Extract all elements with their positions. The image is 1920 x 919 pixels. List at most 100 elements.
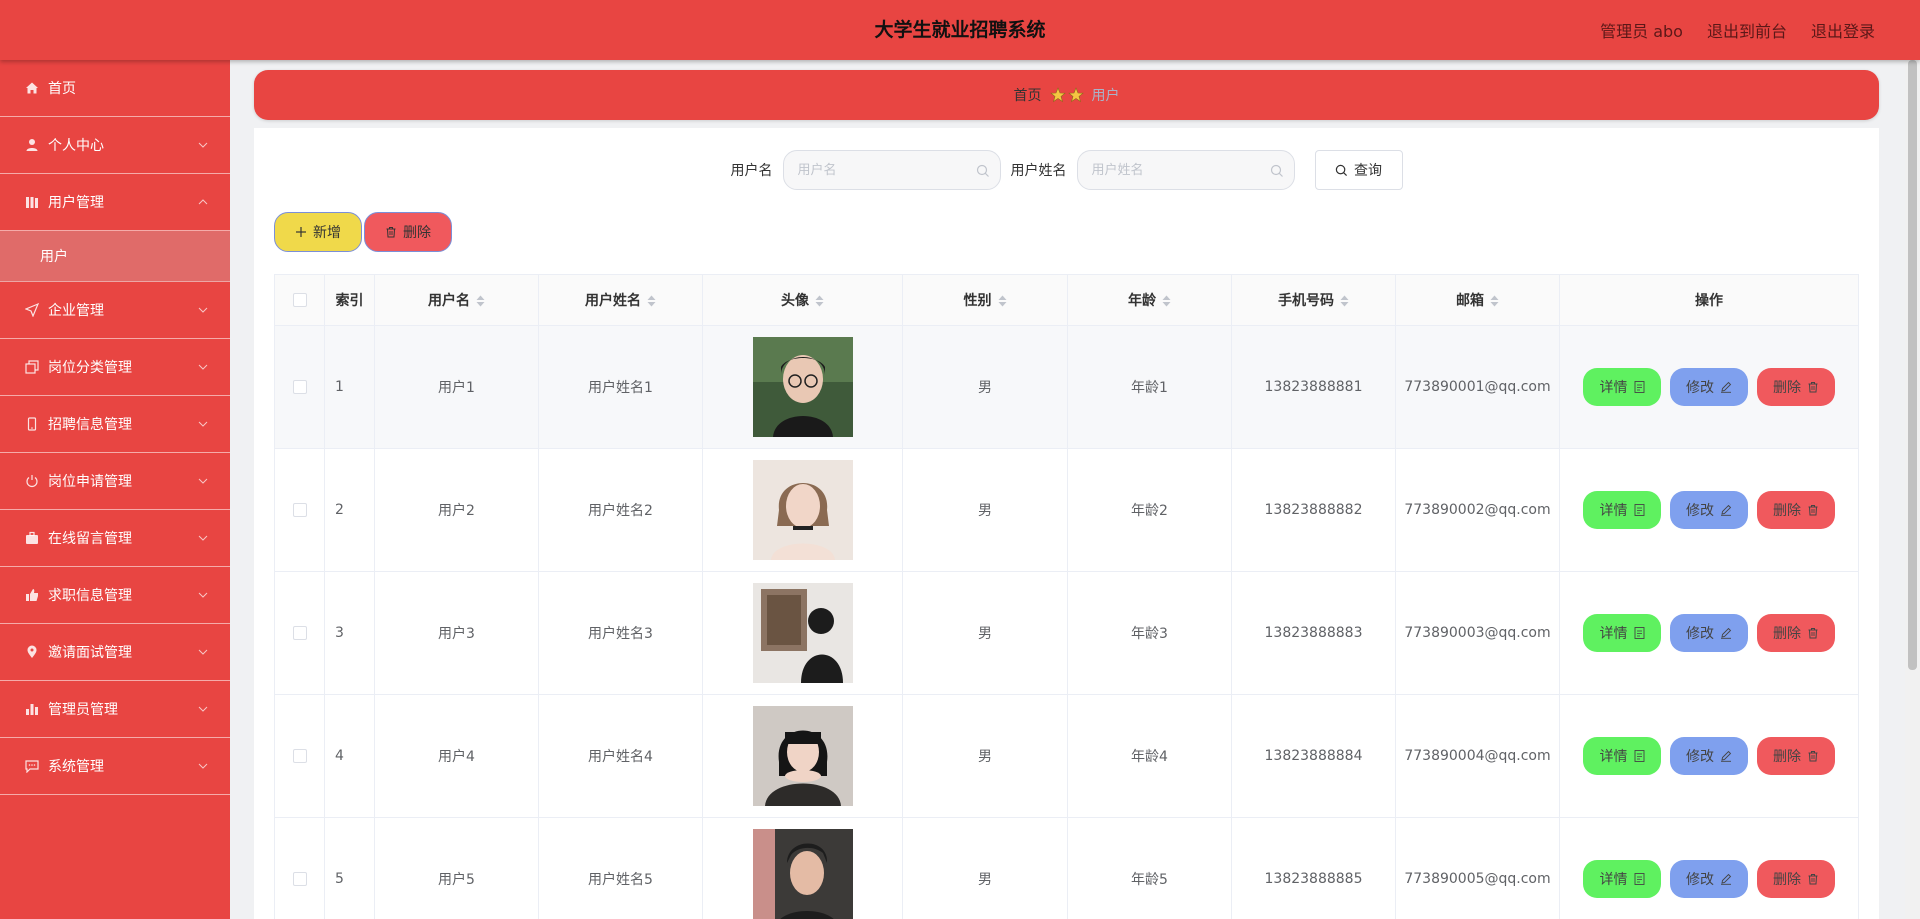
chevron-down-icon: [198, 142, 208, 148]
email-cell: 773890003@qq.com: [1395, 571, 1560, 695]
document-icon: [1634, 873, 1644, 885]
username-cell: 用户2: [374, 448, 539, 572]
row-checkbox[interactable]: [292, 626, 307, 640]
edit-button[interactable]: 修改: [1670, 614, 1748, 652]
detail-button[interactable]: 详情: [1583, 614, 1661, 652]
query-button[interactable]: 查询: [1314, 150, 1403, 190]
detail-button[interactable]: 详情: [1583, 368, 1661, 406]
edit-button[interactable]: 修改: [1670, 368, 1748, 406]
sidebar-item-system[interactable]: 系统管理: [0, 738, 230, 795]
sidebar-item-label: 系统管理: [48, 759, 104, 775]
username-label: 用户名: [730, 163, 773, 179]
sidebar-item-job-category[interactable]: 岗位分类管理: [0, 339, 230, 396]
page-scrollbar[interactable]: [1905, 60, 1920, 919]
age-cell: 年龄3: [1067, 571, 1232, 695]
edit-button[interactable]: 修改: [1670, 737, 1748, 775]
row-checkbox[interactable]: [292, 503, 307, 517]
trash-icon: [1808, 382, 1818, 393]
sidebar-item-home[interactable]: 首页: [0, 60, 230, 117]
sidebar-item-recruit-info[interactable]: 招聘信息管理: [0, 396, 230, 453]
to-front-link[interactable]: 退出到前台: [1707, 18, 1787, 42]
phone-icon: [24, 416, 40, 432]
chevron-down-icon: [198, 592, 208, 598]
index-cell: 5: [324, 817, 375, 919]
scrollbar-thumb[interactable]: [1908, 60, 1917, 670]
sidebar-item-admins[interactable]: 管理员管理: [0, 681, 230, 738]
sidebar-item-interview[interactable]: 邀请面试管理: [0, 624, 230, 681]
main-content: 首页 用户 用户名 用户姓名 查询: [230, 60, 1905, 919]
detail-button[interactable]: 详情: [1583, 491, 1661, 529]
row-delete-button-label: 删除: [1773, 503, 1801, 519]
username-input[interactable]: [783, 151, 1000, 189]
row-checkbox[interactable]: [292, 749, 307, 763]
header-actions: 管理员 abo 退出到前台 退出登录: [1600, 0, 1875, 60]
avatar-image[interactable]: [752, 829, 853, 919]
sidebar-item-users[interactable]: 用户管理: [0, 174, 230, 231]
sidebar-subitem-user[interactable]: 用户: [0, 231, 230, 282]
row-checkbox[interactable]: [292, 380, 307, 394]
row-checkbox[interactable]: [292, 872, 307, 886]
query-button-label: 查询: [1354, 163, 1382, 179]
realname-cell: 用户姓名4: [538, 694, 703, 818]
col-username[interactable]: 用户名: [374, 274, 539, 326]
select-all-checkbox[interactable]: [292, 293, 307, 307]
row-actions: 详情 修改 删除: [1560, 491, 1858, 529]
row-delete-button-label: 删除: [1773, 872, 1801, 888]
avatar-cell: [702, 325, 903, 449]
send-icon: [24, 302, 40, 318]
row-delete-button[interactable]: 删除: [1757, 737, 1835, 775]
col-ops: 操作: [1559, 274, 1859, 326]
col-phone[interactable]: 手机号码: [1231, 274, 1396, 326]
sidebar-item-messages[interactable]: 在线留言管理: [0, 510, 230, 567]
detail-button[interactable]: 详情: [1583, 737, 1661, 775]
sidebar-item-personal[interactable]: 个人中心: [0, 117, 230, 174]
col-email[interactable]: 邮箱: [1395, 274, 1560, 326]
detail-button[interactable]: 详情: [1583, 860, 1661, 898]
row-delete-button[interactable]: 删除: [1757, 614, 1835, 652]
avatar-image[interactable]: [752, 583, 853, 683]
edit-button[interactable]: 修改: [1670, 860, 1748, 898]
sidebar-item-job-seek[interactable]: 求职信息管理: [0, 567, 230, 624]
chevron-up-icon: [198, 199, 208, 205]
copy-icon: [24, 359, 40, 375]
edit-button[interactable]: 修改: [1670, 491, 1748, 529]
row-delete-button[interactable]: 删除: [1757, 860, 1835, 898]
col-avatar[interactable]: 头像: [702, 274, 903, 326]
chevron-down-icon: [198, 364, 208, 370]
col-gender[interactable]: 性别: [902, 274, 1068, 326]
row-actions: 详情 修改 删除: [1560, 614, 1858, 652]
detail-button-label: 详情: [1599, 380, 1628, 396]
select-all-cell: [274, 274, 325, 326]
trash-icon: [1808, 874, 1818, 885]
batch-delete-button[interactable]: 删除: [364, 212, 452, 252]
search-icon: [976, 164, 989, 177]
search-icon: [1270, 164, 1283, 177]
breadcrumb-home[interactable]: 首页: [1014, 85, 1042, 105]
table-row: 5 用户5 用户姓名5 男 年龄5 13823888885 773890005@…: [274, 817, 1859, 919]
breadcrumb-current: 用户: [1091, 88, 1120, 104]
age-cell: 年龄2: [1067, 448, 1232, 572]
col-realname[interactable]: 用户姓名: [538, 274, 703, 326]
chevron-down-icon: [198, 763, 208, 769]
sidebar-item-company[interactable]: 企业管理: [0, 282, 230, 339]
col-age[interactable]: 年龄: [1067, 274, 1232, 326]
col-avatar-label: 头像: [781, 293, 809, 309]
sidebar-item-job-apply[interactable]: 岗位申请管理: [0, 453, 230, 510]
logout-link[interactable]: 退出登录: [1811, 18, 1875, 42]
sidebar-item-label: 在线留言管理: [48, 531, 132, 547]
avatar-image[interactable]: [752, 706, 853, 806]
edit-button-label: 修改: [1686, 749, 1714, 765]
phone-cell: 13823888885: [1231, 817, 1396, 919]
add-button[interactable]: 新增: [274, 212, 362, 252]
document-icon: [1634, 627, 1644, 639]
avatar-image[interactable]: [752, 337, 853, 437]
document-icon: [1634, 504, 1644, 516]
avatar-image[interactable]: [752, 460, 853, 560]
realname-input[interactable]: [1077, 151, 1294, 189]
email-cell: 773890002@qq.com: [1395, 448, 1560, 572]
row-delete-button[interactable]: 删除: [1757, 368, 1835, 406]
row-delete-button-label: 删除: [1773, 749, 1801, 765]
row-delete-button[interactable]: 删除: [1757, 491, 1835, 529]
sort-icon: [1490, 295, 1499, 307]
search-icon: [1335, 164, 1348, 176]
